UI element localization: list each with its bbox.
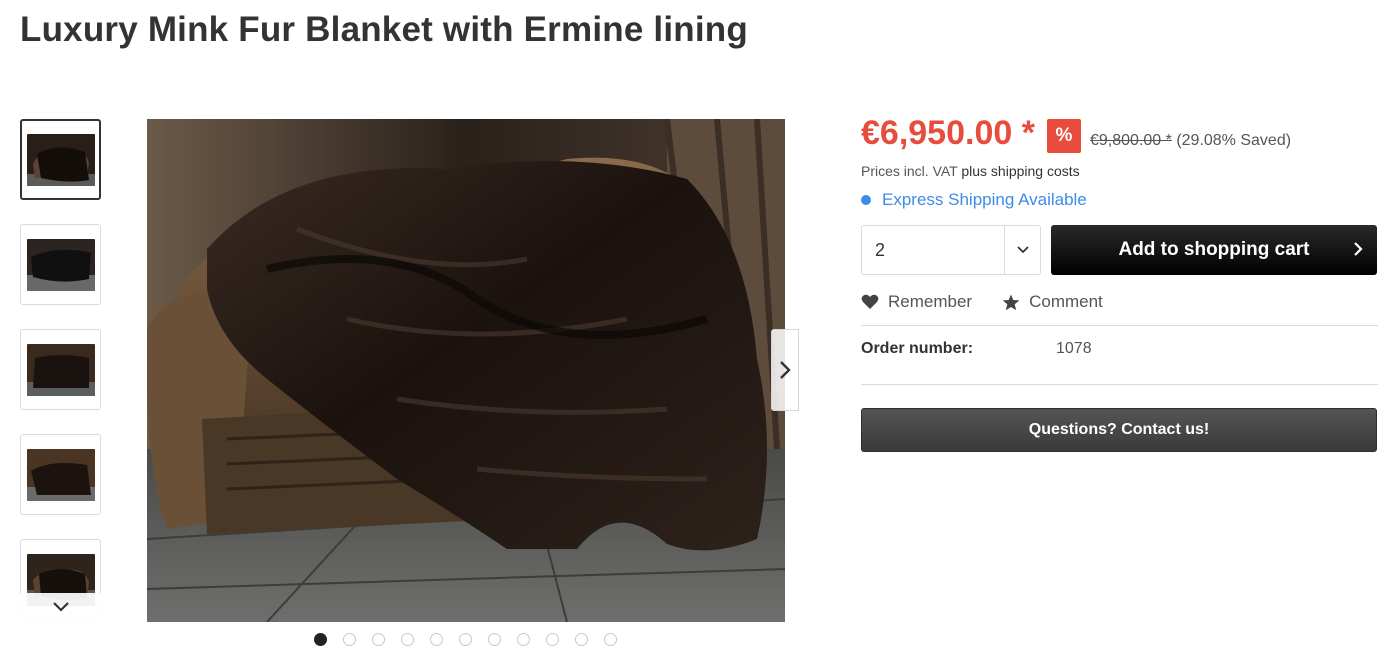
- thumbnail-list: [20, 119, 102, 621]
- quantity-value: 2: [875, 239, 886, 260]
- thumbnail-scroll-down-button[interactable]: [20, 593, 101, 621]
- star-icon: [1002, 294, 1020, 310]
- saved-percentage: (29.08% Saved): [1176, 132, 1292, 149]
- quantity-select[interactable]: 2: [861, 225, 1041, 275]
- gallery-dots: [314, 633, 617, 646]
- gallery-dot[interactable]: [517, 633, 530, 646]
- status-dot-icon: [861, 195, 871, 205]
- gallery-next-button[interactable]: [771, 329, 799, 411]
- gallery-dot[interactable]: [604, 633, 617, 646]
- gallery-dot[interactable]: [546, 633, 559, 646]
- chevron-right-icon: [1354, 242, 1363, 256]
- product-actions: Remember Comment: [861, 292, 1103, 312]
- thumbnail-image: [26, 343, 95, 396]
- express-shipping-text: Express Shipping Available: [882, 190, 1087, 209]
- contact-us-button[interactable]: Questions? Contact us!: [861, 408, 1377, 452]
- fur-blanket-photo: [147, 119, 785, 622]
- gallery-dot[interactable]: [343, 633, 356, 646]
- gallery-dot[interactable]: [314, 633, 327, 646]
- vat-text: Prices incl. VAT: [861, 163, 958, 179]
- gallery-dot[interactable]: [430, 633, 443, 646]
- vat-info: Prices incl. VAT plus shipping costs: [861, 163, 1080, 179]
- chevron-down-icon: [1016, 246, 1029, 254]
- thumbnail-image: [26, 238, 95, 291]
- dropdown-caret: [1004, 226, 1040, 274]
- heart-icon: [861, 294, 879, 309]
- old-price: €9,800.00 *: [1090, 132, 1172, 149]
- chevron-right-icon: [780, 361, 791, 379]
- gallery-dot[interactable]: [575, 633, 588, 646]
- order-number-value: 1078: [1056, 340, 1092, 357]
- thumbnail-3[interactable]: [20, 329, 101, 410]
- order-number-label: Order number:: [861, 340, 974, 357]
- product-title: Luxury Mink Fur Blanket with Ermine lini…: [20, 10, 748, 49]
- product-main-image[interactable]: [147, 119, 785, 622]
- product-price: €6,950.00 *: [861, 114, 1035, 152]
- gallery-dot[interactable]: [459, 633, 472, 646]
- divider: [861, 325, 1378, 326]
- discount-badge: %: [1047, 119, 1081, 153]
- old-price-line: €9,800.00 * (29.08% Saved): [1090, 132, 1291, 150]
- thumbnail-4[interactable]: [20, 434, 101, 515]
- shipping-costs-link[interactable]: plus shipping costs: [961, 163, 1079, 179]
- add-to-cart-label: Add to shopping cart: [1118, 239, 1310, 260]
- gallery-dot[interactable]: [488, 633, 501, 646]
- thumbnail-image: [26, 133, 95, 186]
- gallery-dot[interactable]: [401, 633, 414, 646]
- comment-label: Comment: [1029, 292, 1103, 311]
- comment-link[interactable]: Comment: [1002, 292, 1103, 312]
- divider: [861, 384, 1378, 385]
- add-to-cart-button[interactable]: Add to shopping cart: [1051, 225, 1377, 275]
- express-shipping-info: Express Shipping Available: [861, 190, 1087, 210]
- remember-label: Remember: [888, 292, 973, 311]
- gallery-dot[interactable]: [372, 633, 385, 646]
- thumbnail-2[interactable]: [20, 224, 101, 305]
- thumbnail-1[interactable]: [20, 119, 101, 200]
- thumbnail-image: [26, 448, 95, 501]
- chevron-down-icon: [52, 602, 69, 612]
- remember-link[interactable]: Remember: [861, 292, 972, 312]
